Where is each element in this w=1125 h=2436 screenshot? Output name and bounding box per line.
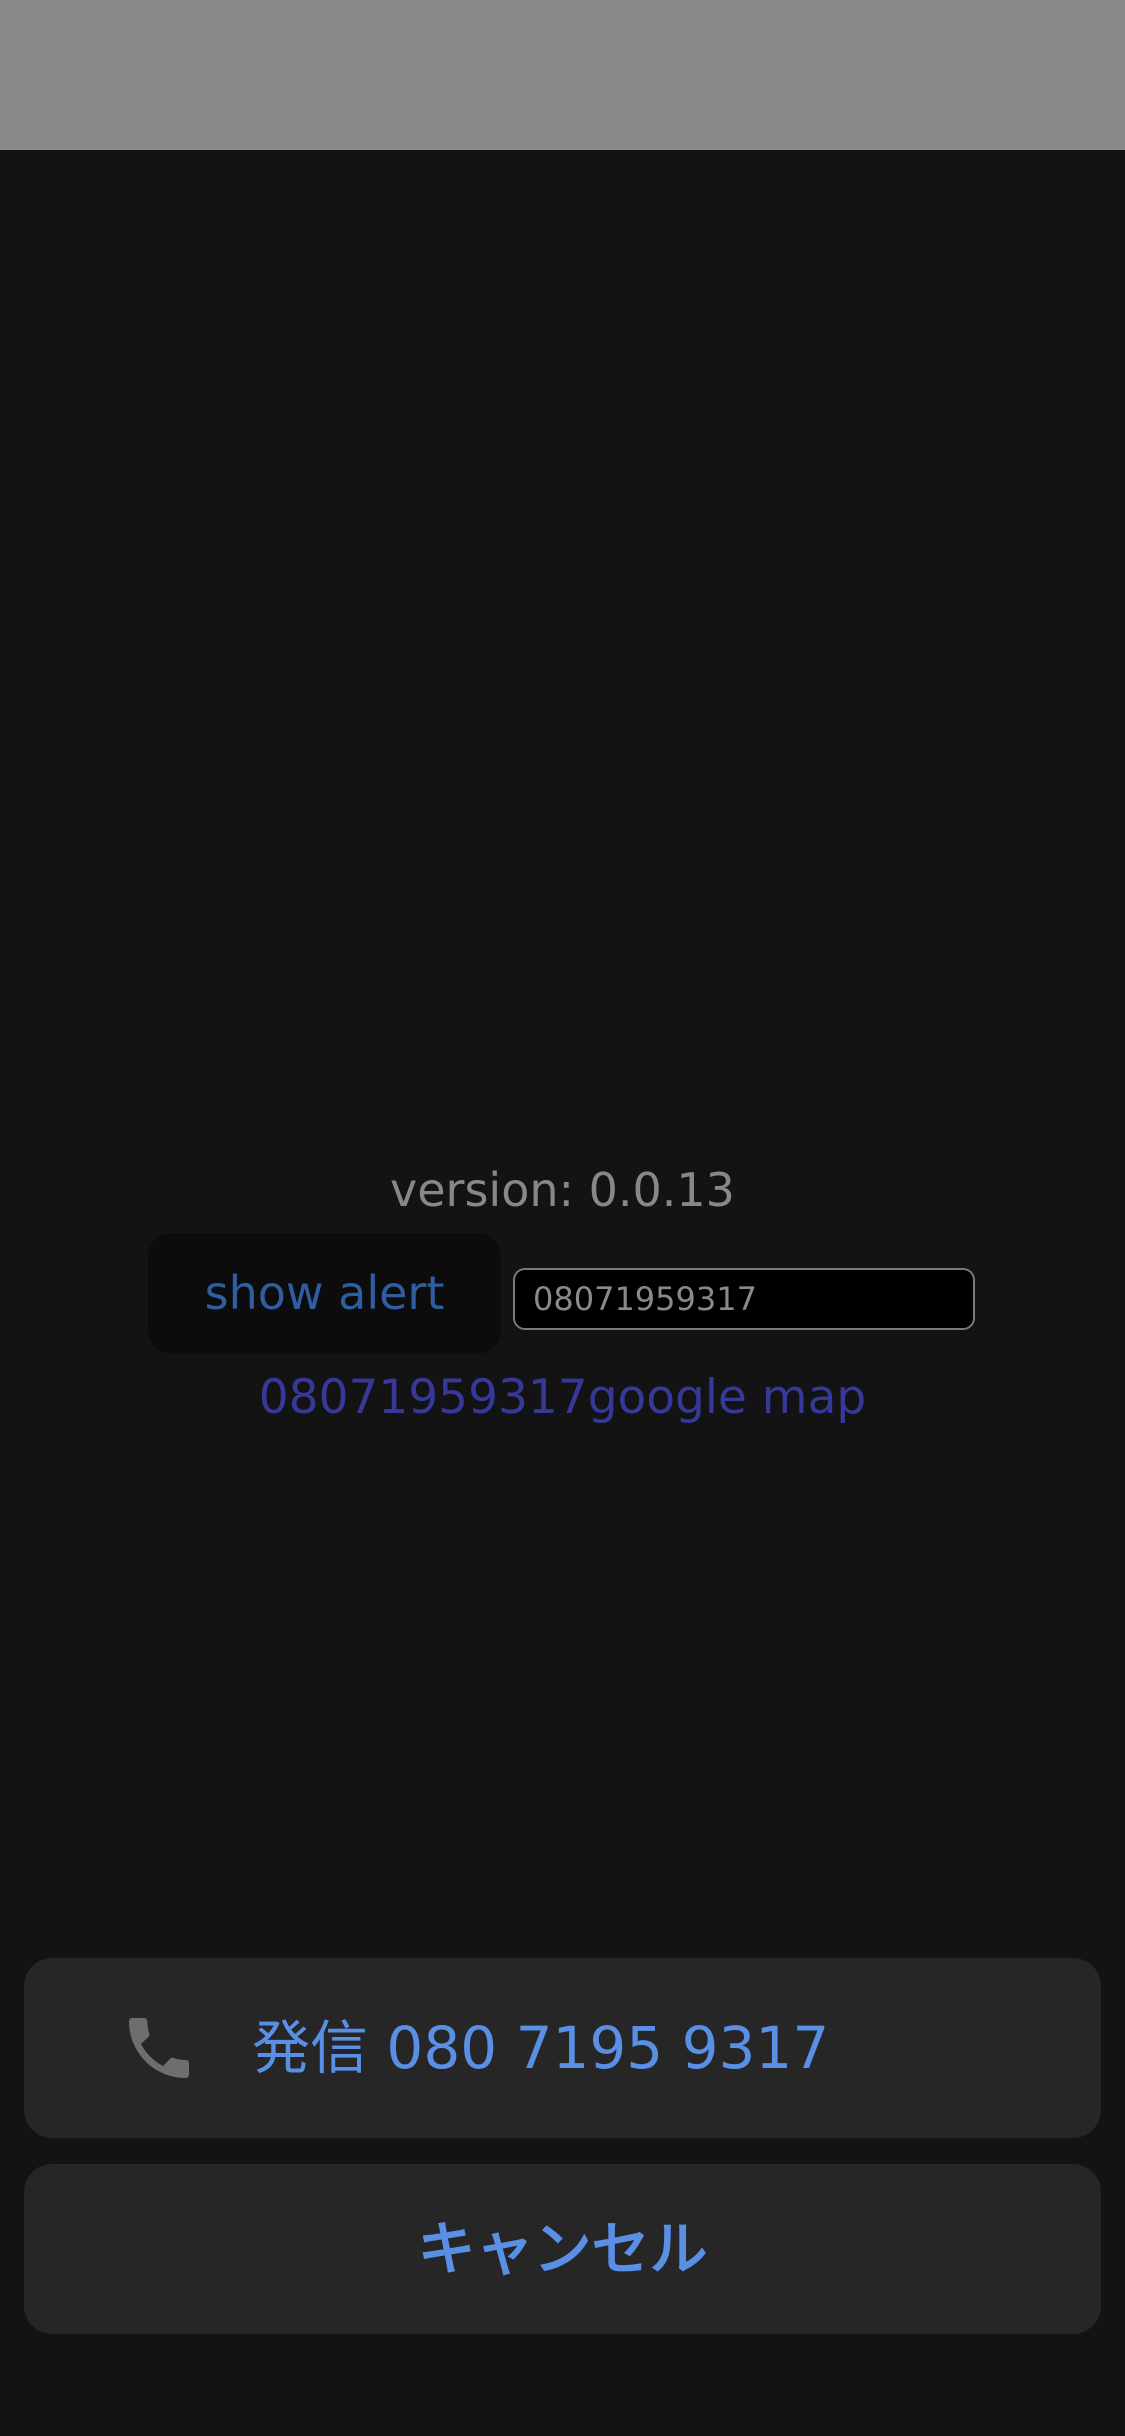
cancel-button[interactable]: キャンセル (24, 2164, 1101, 2334)
phone-number-input[interactable]: 08071959317 (513, 1268, 975, 1330)
status-bar-area (0, 0, 1125, 150)
app-screen: version: 0.0.13 show alert 08071959317 0… (0, 0, 1125, 2436)
call-action-button[interactable]: 発信 080 7195 9317 (24, 1958, 1101, 2138)
phone-icon (114, 2008, 204, 2088)
version-label: version: 0.0.13 (390, 1163, 735, 1217)
call-number-label: 発信 080 7195 9317 (252, 2014, 830, 2082)
google-map-link[interactable]: 08071959317google map (0, 1368, 1125, 1428)
show-alert-button[interactable]: show alert (148, 1233, 501, 1354)
